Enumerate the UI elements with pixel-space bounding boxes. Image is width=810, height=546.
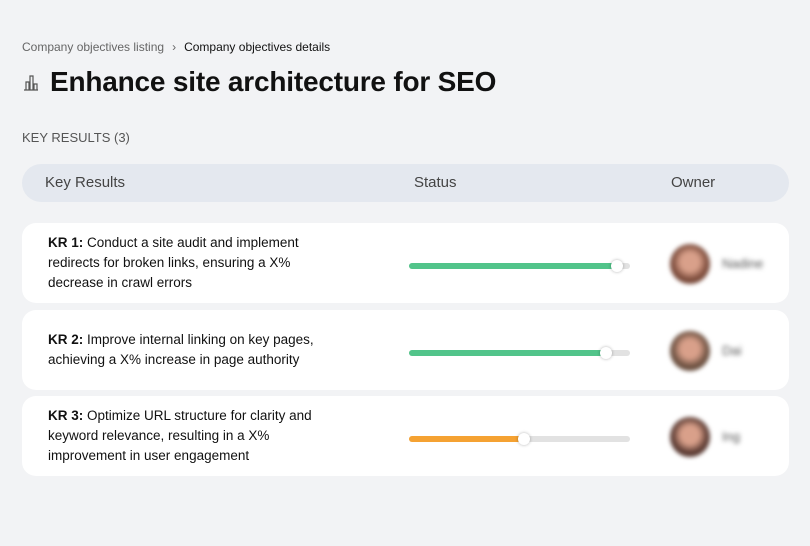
progress-fill bbox=[409, 433, 530, 445]
kr-text: Conduct a site audit and implement redir… bbox=[48, 235, 299, 290]
progress-bar bbox=[409, 433, 630, 445]
kr-text: Improve internal linking on key pages, a… bbox=[48, 332, 314, 367]
breadcrumb-current: Company objectives details bbox=[184, 40, 331, 54]
table-row[interactable]: KR 3: Optimize URL structure for clarity… bbox=[22, 396, 789, 476]
page-title: Enhance site architecture for SEO bbox=[50, 66, 497, 97]
table-header: Key Results Status Owner bbox=[22, 164, 789, 202]
kr-label: KR 3: bbox=[48, 408, 84, 423]
progress-knob bbox=[599, 347, 612, 359]
header-key-results: Key Results bbox=[45, 174, 126, 191]
owner-name: Dai bbox=[722, 343, 742, 358]
avatar bbox=[670, 331, 710, 371]
progress-knob bbox=[610, 260, 623, 272]
breadcrumb-link-listing[interactable]: Company objectives listing bbox=[22, 40, 164, 54]
progress-bar bbox=[409, 260, 630, 272]
building-chart-icon bbox=[24, 75, 38, 91]
progress-knob bbox=[517, 433, 530, 445]
progress-fill bbox=[409, 260, 623, 272]
page-header: Enhance site architecture for SEO bbox=[22, 66, 496, 98]
chevron-right-icon: › bbox=[172, 40, 177, 54]
kr-label: KR 2: bbox=[48, 332, 84, 347]
breadcrumb: Company objectives listing › Company obj… bbox=[22, 40, 330, 54]
section-label: KEY RESULTS (3) bbox=[22, 130, 130, 145]
avatar bbox=[670, 417, 710, 457]
kr-description: KR 1: Conduct a site audit and implement… bbox=[48, 233, 348, 293]
kr-label: KR 1: bbox=[48, 235, 84, 250]
kr-description: KR 2: Improve internal linking on key pa… bbox=[48, 330, 348, 370]
owner-name: Nadine bbox=[722, 256, 764, 271]
kr-text: Optimize URL structure for clarity and k… bbox=[48, 408, 312, 463]
progress-bar bbox=[409, 347, 630, 359]
progress-fill bbox=[409, 347, 612, 359]
table-row[interactable]: KR 2: Improve internal linking on key pa… bbox=[22, 310, 789, 390]
header-owner: Owner bbox=[671, 174, 716, 191]
header-status: Status bbox=[414, 174, 457, 191]
owner-name: Ing bbox=[722, 429, 741, 444]
avatar bbox=[670, 244, 710, 284]
kr-description: KR 3: Optimize URL structure for clarity… bbox=[48, 406, 348, 466]
table-row[interactable]: KR 1: Conduct a site audit and implement… bbox=[22, 223, 789, 303]
